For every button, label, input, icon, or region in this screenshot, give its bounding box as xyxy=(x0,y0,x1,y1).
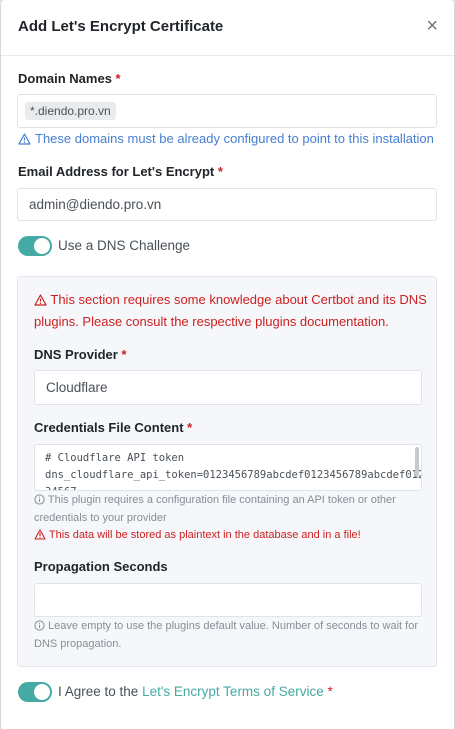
required-mark: * xyxy=(327,684,333,699)
propagation-label: Propagation Seconds xyxy=(34,559,168,574)
close-icon[interactable]: × xyxy=(426,15,438,37)
dns-provider-select[interactable]: Cloudflare xyxy=(34,370,422,405)
dns-provider-value: Cloudflare xyxy=(46,380,108,395)
propagation-seconds-input[interactable] xyxy=(34,583,422,617)
domain-hint: These domains must be already configured… xyxy=(18,131,434,146)
dns-challenge-toggle[interactable] xyxy=(18,236,52,256)
required-mark: * xyxy=(187,420,193,435)
required-mark: * xyxy=(115,71,121,86)
dns-provider-label: DNS Provider * xyxy=(34,347,127,362)
dns-warning: This section requires some knowledge abo… xyxy=(34,289,427,333)
credentials-note: This plugin requires a configuration fil… xyxy=(34,491,396,527)
required-mark: * xyxy=(121,347,127,362)
add-certificate-modal: Add Let's Encrypt Certificate × Domain N… xyxy=(1,0,454,729)
domain-hint-text: These domains must be already configured… xyxy=(35,131,434,146)
email-input-value: admin@diendo.pro.vn xyxy=(29,197,162,212)
dns-warning-line1: This section requires some knowledge abo… xyxy=(50,292,427,307)
dns-provider-label-text: DNS Provider xyxy=(34,347,118,362)
domain-names-label-text: Domain Names xyxy=(18,71,112,86)
email-label-text: Email Address for Let's Encrypt xyxy=(18,164,215,179)
agree-terms-prefix: I Agree to the xyxy=(58,684,143,699)
agree-terms-label: I Agree to the Let's Encrypt Terms of Se… xyxy=(58,684,333,699)
credentials-warning-text: This data will be stored as plaintext in… xyxy=(48,529,361,541)
email-input[interactable]: admin@diendo.pro.vn xyxy=(17,188,437,221)
modal-title: Add Let's Encrypt Certificate xyxy=(18,18,224,35)
warning-triangle-icon xyxy=(34,529,46,540)
domain-names-label: Domain Names * xyxy=(18,71,121,86)
credentials-line: dns_cloudflare_api_token=0123456789abcde… xyxy=(45,469,422,481)
dns-warning-line2: plugins. Please consult the respective p… xyxy=(34,314,389,329)
agree-terms-toggle[interactable] xyxy=(18,682,52,702)
credentials-label: Credentials File Content * xyxy=(34,420,192,435)
modal-header: Add Let's Encrypt Certificate × xyxy=(1,0,454,56)
dns-challenge-label: Use a DNS Challenge xyxy=(58,238,191,253)
close-button[interactable]: × xyxy=(426,16,438,36)
info-circle-icon xyxy=(34,494,45,505)
info-circle-icon xyxy=(34,620,45,631)
email-label: Email Address for Let's Encrypt * xyxy=(18,164,223,179)
domain-tag[interactable]: *.diendo.pro.vn xyxy=(25,102,116,120)
warning-triangle-icon xyxy=(34,294,47,306)
textarea-scrollbar[interactable] xyxy=(415,447,419,477)
credentials-label-text: Credentials File Content xyxy=(34,420,184,435)
terms-of-service-link[interactable]: Let's Encrypt Terms of Service xyxy=(142,684,324,699)
credentials-note-line2: credentials to your provider xyxy=(34,512,167,524)
credentials-textarea[interactable]: # Cloudflare API token dns_cloudflare_ap… xyxy=(34,444,422,491)
required-mark: * xyxy=(217,164,223,179)
credentials-line: # Cloudflare API token xyxy=(45,452,185,464)
warning-triangle-icon xyxy=(18,132,31,145)
propagation-note-line1: Leave empty to use the plugins default v… xyxy=(48,620,418,632)
propagation-note: Leave empty to use the plugins default v… xyxy=(34,617,418,653)
credentials-note-line1: This plugin requires a configuration fil… xyxy=(47,494,396,506)
propagation-note-line2: DNS propagation. xyxy=(34,638,122,650)
credentials-warning: This data will be stored as plaintext in… xyxy=(34,526,361,544)
